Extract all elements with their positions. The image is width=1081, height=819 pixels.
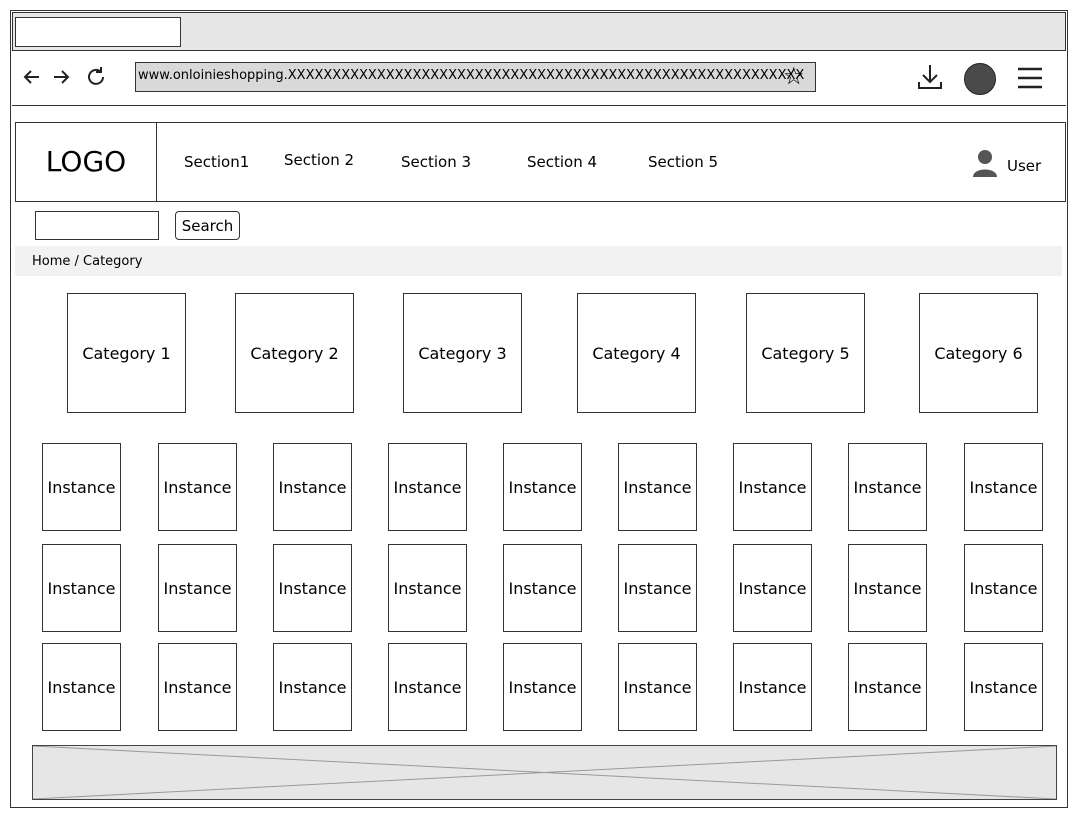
search-button[interactable]: Search bbox=[175, 211, 240, 240]
download-icon[interactable] bbox=[915, 62, 945, 96]
instance-tile[interactable]: Instance bbox=[158, 443, 237, 531]
star-icon[interactable]: ☆ bbox=[783, 63, 805, 89]
instance-tile[interactable]: Instance bbox=[273, 643, 352, 731]
instance-tile[interactable]: Instance bbox=[273, 443, 352, 531]
instance-tile[interactable]: Instance bbox=[42, 544, 121, 632]
hamburger-menu-icon[interactable] bbox=[1016, 66, 1044, 94]
category-tile[interactable]: Category 4 bbox=[577, 293, 696, 413]
nav-section-3[interactable]: Section 3 bbox=[401, 153, 471, 171]
instance-tile[interactable]: Instance bbox=[158, 544, 237, 632]
instance-tile[interactable]: Instance bbox=[42, 443, 121, 531]
nav-section-2[interactable]: Section 2 bbox=[284, 151, 354, 169]
instance-tile[interactable]: Instance bbox=[848, 443, 927, 531]
instance-tile[interactable]: Instance bbox=[733, 443, 812, 531]
instance-tile[interactable]: Instance bbox=[388, 643, 467, 731]
instance-tile[interactable]: Instance bbox=[388, 443, 467, 531]
instance-tile[interactable]: Instance bbox=[273, 544, 352, 632]
nav-section-5[interactable]: Section 5 bbox=[648, 153, 718, 171]
instance-tile[interactable]: Instance bbox=[964, 643, 1043, 731]
instance-tile[interactable]: Instance bbox=[503, 443, 582, 531]
address-bar-url: www.onloinieshopping.XXXXXXXXXXXXXXXXXXX… bbox=[138, 68, 805, 83]
category-tile[interactable]: Category 5 bbox=[746, 293, 865, 413]
user-icon[interactable] bbox=[971, 148, 999, 182]
logo: LOGO bbox=[45, 145, 127, 178]
instance-tile[interactable]: Instance bbox=[618, 643, 697, 731]
instance-tile[interactable]: Instance bbox=[848, 544, 927, 632]
instance-tile[interactable]: Instance bbox=[848, 643, 927, 731]
instance-tile[interactable]: Instance bbox=[733, 643, 812, 731]
instance-tile[interactable]: Instance bbox=[503, 544, 582, 632]
search-input[interactable] bbox=[35, 211, 159, 240]
forward-arrow-icon[interactable] bbox=[51, 67, 71, 90]
instance-tile[interactable]: Instance bbox=[964, 544, 1043, 632]
profile-circle-icon[interactable] bbox=[964, 63, 996, 95]
instance-tile[interactable]: Instance bbox=[618, 544, 697, 632]
instance-tile[interactable]: Instance bbox=[388, 544, 467, 632]
instance-tile[interactable]: Instance bbox=[733, 544, 812, 632]
instance-tile[interactable]: Instance bbox=[503, 643, 582, 731]
nav-section-1[interactable]: Section1 bbox=[184, 153, 249, 171]
instance-tile[interactable]: Instance bbox=[964, 443, 1043, 531]
toolbar-divider bbox=[12, 105, 1066, 106]
nav-section-4[interactable]: Section 4 bbox=[527, 153, 597, 171]
breadcrumb bbox=[15, 246, 1062, 276]
back-arrow-icon[interactable] bbox=[22, 67, 42, 90]
instance-tile[interactable]: Instance bbox=[618, 443, 697, 531]
reload-icon[interactable] bbox=[86, 66, 106, 89]
category-tile[interactable]: Category 3 bbox=[403, 293, 522, 413]
placeholder-cross-icon bbox=[33, 746, 1056, 799]
footer-placeholder bbox=[32, 745, 1057, 800]
user-label[interactable]: User bbox=[1007, 157, 1041, 175]
category-tile[interactable]: Category 2 bbox=[235, 293, 354, 413]
category-tile[interactable]: Category 1 bbox=[67, 293, 186, 413]
browser-tab[interactable] bbox=[15, 17, 181, 47]
instance-tile[interactable]: Instance bbox=[158, 643, 237, 731]
instance-tile[interactable]: Instance bbox=[42, 643, 121, 731]
breadcrumb-text[interactable]: Home / Category bbox=[32, 254, 142, 269]
category-tile[interactable]: Category 6 bbox=[919, 293, 1038, 413]
